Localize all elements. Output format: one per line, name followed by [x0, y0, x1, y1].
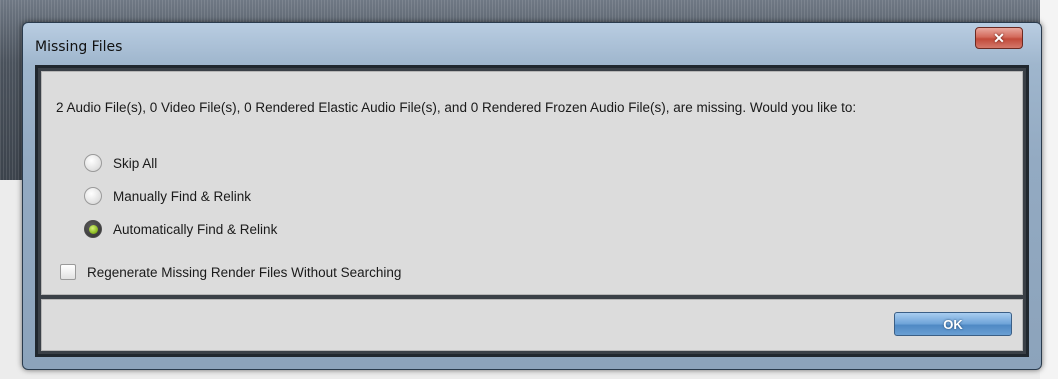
option-label: Manually Find & Relink	[113, 188, 252, 204]
dialog-titlebar[interactable]: Missing Files ✕	[23, 23, 1041, 69]
radio-automatically-find-relink[interactable]	[84, 220, 102, 238]
radio-selected-dot	[88, 224, 98, 234]
missing-files-message: 2 Audio File(s), 0 Video File(s), 0 Rend…	[56, 100, 857, 115]
option-label: Automatically Find & Relink	[113, 221, 278, 237]
option-label: Skip All	[113, 155, 158, 171]
option-manually-find-relink[interactable]: Manually Find & Relink	[84, 186, 251, 206]
option-skip-all[interactable]: Skip All	[84, 153, 157, 173]
ok-button[interactable]: OK	[894, 312, 1012, 336]
dialog-title: Missing Files	[35, 39, 123, 55]
close-button[interactable]: ✕	[975, 27, 1023, 49]
regenerate-render-files-option[interactable]: Regenerate Missing Render Files Without …	[60, 262, 401, 282]
background-edge	[1040, 0, 1058, 379]
radio-manually-find-relink[interactable]	[84, 187, 102, 205]
dialog-client-area: 2 Audio File(s), 0 Video File(s), 0 Rend…	[35, 65, 1029, 357]
close-icon: ✕	[993, 29, 1005, 46]
regenerate-render-files-checkbox[interactable]	[60, 264, 76, 280]
missing-files-dialog: Missing Files ✕ 2 Audio File(s), 0 Video…	[22, 22, 1042, 370]
checkbox-label: Regenerate Missing Render Files Without …	[87, 264, 402, 280]
options-panel: 2 Audio File(s), 0 Video File(s), 0 Rend…	[41, 71, 1023, 295]
button-panel: OK	[41, 299, 1023, 351]
option-automatically-find-relink[interactable]: Automatically Find & Relink	[84, 219, 277, 239]
radio-skip-all[interactable]	[84, 154, 102, 172]
